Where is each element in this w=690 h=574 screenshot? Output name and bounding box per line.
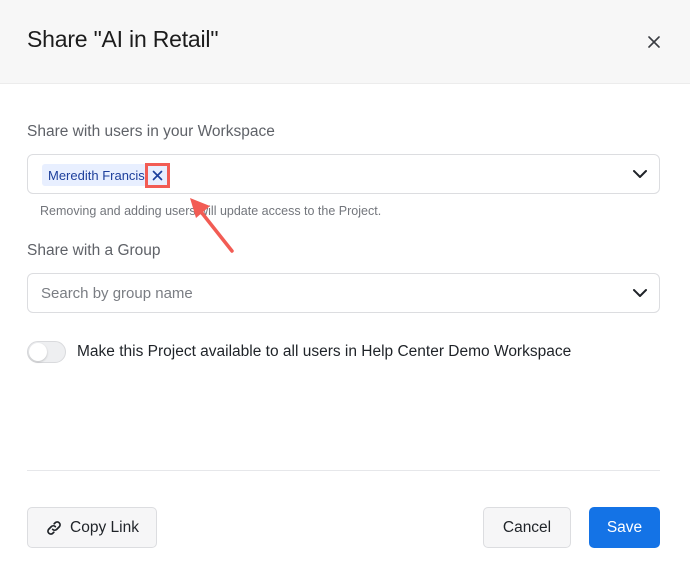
group-section-label: Share with a Group [27,242,161,259]
group-search-placeholder: Search by group name [41,285,193,302]
remove-chip-icon [152,170,163,180]
toggle-knob [29,343,47,361]
users-select[interactable]: Meredith Francis [27,154,660,194]
chevron-down-icon[interactable] [631,165,649,183]
chevron-down-icon[interactable] [631,284,649,302]
close-icon [648,36,660,48]
cancel-label: Cancel [502,518,552,536]
remove-user-button[interactable] [144,162,170,188]
close-button[interactable] [642,30,666,54]
dialog-header: Share "AI in Retail" [0,0,690,84]
share-dialog: Share "AI in Retail" Share with users in… [0,0,690,574]
link-icon [47,520,61,535]
group-select[interactable]: Search by group name [27,273,660,313]
save-button[interactable]: Save [589,507,660,548]
copy-link-label: Copy Link [70,518,139,536]
footer-divider [27,470,660,471]
user-chip: Meredith Francis [42,162,170,188]
cancel-button[interactable]: Cancel [483,507,571,548]
workspace-access-toggle[interactable] [27,341,66,363]
dialog-title: Share "AI in Retail" [27,26,219,52]
users-helper-text: Removing and adding users will update ac… [40,204,382,218]
users-section-label: Share with users in your Workspace [27,123,275,140]
copy-link-button[interactable]: Copy Link [27,507,157,548]
save-label: Save [606,518,643,536]
annotation-arrow-icon [190,198,234,253]
workspace-access-label: Make this Project available to all users… [77,343,572,360]
user-chip-label: Meredith Francis [48,167,145,183]
